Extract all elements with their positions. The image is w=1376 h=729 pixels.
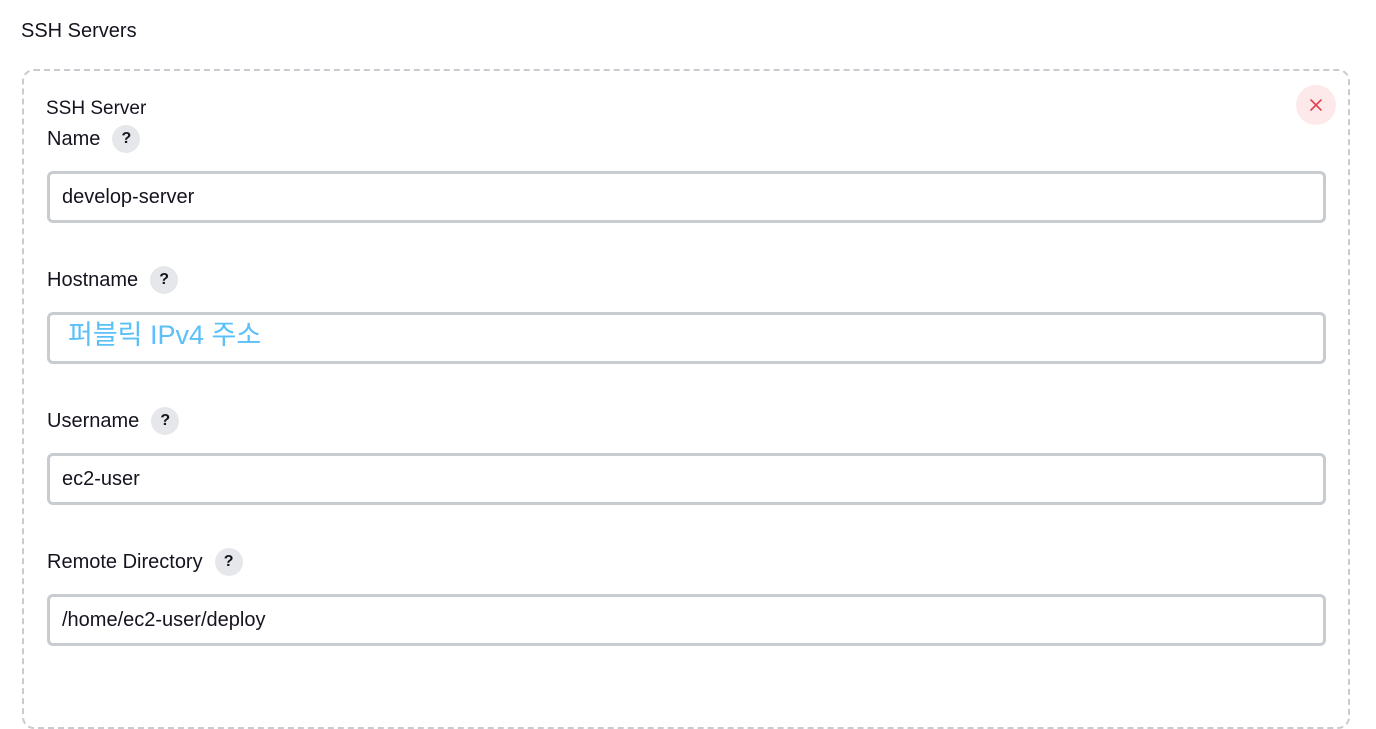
remote-directory-input[interactable]	[47, 594, 1326, 646]
name-input[interactable]	[47, 171, 1326, 223]
close-icon	[1310, 99, 1322, 111]
name-help-icon[interactable]: ?	[112, 125, 141, 153]
name-label: Name ?	[47, 125, 141, 153]
remote-directory-help-icon[interactable]: ?	[214, 548, 243, 576]
delete-server-button[interactable]	[1296, 85, 1336, 125]
username-label-text: Username	[47, 410, 140, 432]
hostname-help-icon[interactable]: ?	[150, 266, 179, 294]
hostname-input[interactable]	[47, 312, 1326, 364]
remote-directory-label-text: Remote Directory	[47, 551, 203, 573]
section-title: SSH Servers	[21, 20, 137, 42]
username-label: Username ?	[47, 407, 180, 435]
name-label-text: Name	[47, 128, 101, 150]
hostname-label: Hostname ?	[47, 266, 179, 294]
username-input[interactable]	[47, 453, 1326, 505]
ssh-server-heading: SSH Server	[46, 98, 147, 119]
hostname-label-text: Hostname	[47, 269, 139, 291]
remote-directory-label: Remote Directory ?	[47, 548, 243, 576]
username-help-icon[interactable]: ?	[151, 407, 180, 435]
